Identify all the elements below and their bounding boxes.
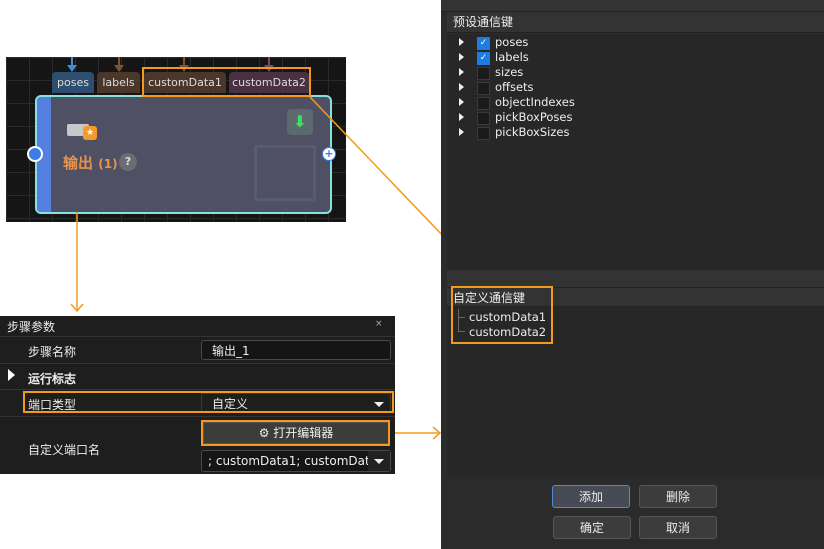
expand-icon[interactable] xyxy=(459,68,464,76)
cancel-button[interactable]: 取消 xyxy=(639,516,717,539)
preset-key-label: offsets xyxy=(495,80,534,94)
preset-keys-list[interactable]: ✓ poses ✓ labels sizes offsets objectIndexes pi… xyxy=(447,34,824,270)
step-params-panel: 步骤参数 × 步骤名称 输出_1 运行标志 端口类型 自定义 自定义端口名 ⚙ … xyxy=(0,316,395,474)
add-button[interactable]: 添加 xyxy=(552,485,630,508)
ok-button[interactable]: 确定 xyxy=(553,516,631,539)
delete-button[interactable]: 删除 xyxy=(639,485,717,508)
highlight-box xyxy=(23,391,394,413)
checkbox[interactable]: ✓ xyxy=(477,52,490,65)
custom-port-value: ; customData1; customData2 xyxy=(208,454,385,468)
checkbox[interactable] xyxy=(477,97,490,110)
expand-icon[interactable] xyxy=(459,128,464,136)
preset-key-label: objectIndexes xyxy=(495,95,575,109)
checkbox[interactable]: ✓ xyxy=(477,37,490,50)
preset-key-label: pickBoxPoses xyxy=(495,110,573,124)
preset-key-label: sizes xyxy=(495,65,524,79)
custom-port-select[interactable]: ; customData1; customData2 xyxy=(201,450,391,472)
preset-keys-header: 预设通信键 xyxy=(447,12,824,33)
expand-icon[interactable] xyxy=(459,53,464,61)
custom-port-label: 自定义端口名 xyxy=(28,443,101,457)
close-icon[interactable]: × xyxy=(375,319,383,329)
row-step-name: 步骤名称 输出_1 xyxy=(0,336,395,363)
run-flag-label: 运行标志 xyxy=(28,372,77,386)
expand-icon[interactable] xyxy=(459,83,464,91)
panel-title: 步骤参数 xyxy=(7,320,56,334)
step-name-input[interactable]: 输出_1 xyxy=(201,340,391,360)
chevron-down-icon xyxy=(374,459,384,464)
step-name-label: 步骤名称 xyxy=(28,345,77,359)
checkbox[interactable] xyxy=(477,67,490,80)
preset-key-label: pickBoxSizes xyxy=(495,125,570,139)
highlight-box xyxy=(451,286,553,344)
preset-key-label: labels xyxy=(495,50,529,64)
expand-icon[interactable] xyxy=(459,38,464,46)
checkbox[interactable] xyxy=(477,127,490,140)
highlight-box xyxy=(201,420,390,446)
expand-icon[interactable] xyxy=(8,369,15,381)
expand-icon[interactable] xyxy=(459,98,464,106)
expand-icon[interactable] xyxy=(459,113,464,121)
preset-key-label: poses xyxy=(495,35,529,49)
checkbox[interactable] xyxy=(477,82,490,95)
row-run-flag[interactable]: 运行标志 xyxy=(0,363,395,390)
comm-keys-dialog: 预设通信键 ✓ poses ✓ labels sizes offsets objectInd… xyxy=(441,0,824,549)
checkbox[interactable] xyxy=(477,112,490,125)
